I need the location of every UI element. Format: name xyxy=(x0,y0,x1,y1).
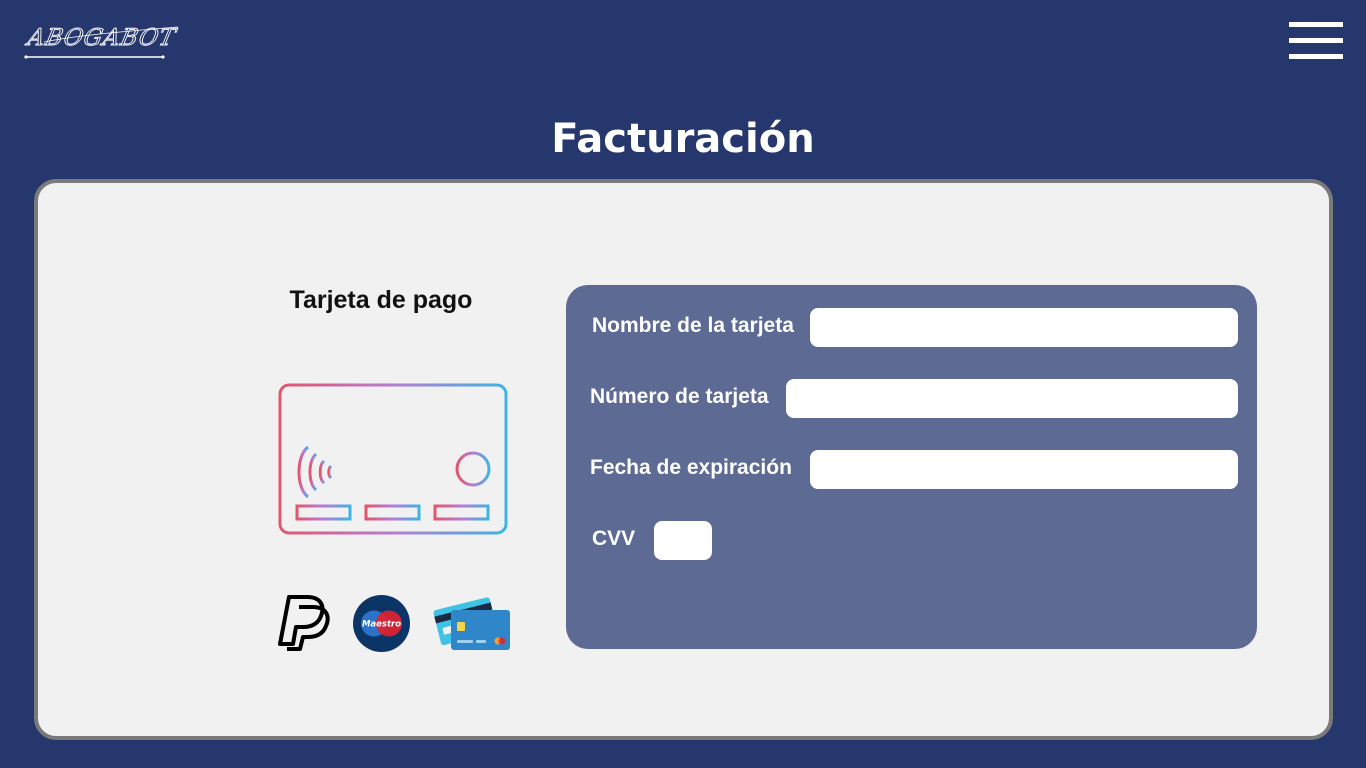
maestro-icon[interactable]: Maestro xyxy=(353,595,410,652)
card-number-label: Número de tarjeta xyxy=(590,385,769,408)
card-number-input[interactable] xyxy=(786,379,1238,418)
brand-logo[interactable]: ABOGABOT xyxy=(24,20,180,62)
card-name-label: Nombre de la tarjeta xyxy=(592,314,794,337)
payment-card-title: Tarjeta de pago xyxy=(289,286,473,314)
card-name-input[interactable] xyxy=(810,308,1238,347)
credit-cards-icon[interactable] xyxy=(432,594,512,652)
brand-logo-text: ABOGABOT xyxy=(24,24,179,51)
expiry-date-label: Fecha de expiración xyxy=(590,456,792,479)
maestro-label: Maestro xyxy=(362,620,401,630)
hamburger-menu-icon[interactable] xyxy=(1289,22,1343,60)
expiry-date-input[interactable] xyxy=(810,450,1238,489)
page-title: Facturación xyxy=(551,116,815,162)
paypal-icon[interactable] xyxy=(277,594,331,652)
contactless-card-icon xyxy=(278,383,508,535)
cvv-input[interactable] xyxy=(654,521,712,560)
cvv-label: CVV xyxy=(592,527,636,550)
